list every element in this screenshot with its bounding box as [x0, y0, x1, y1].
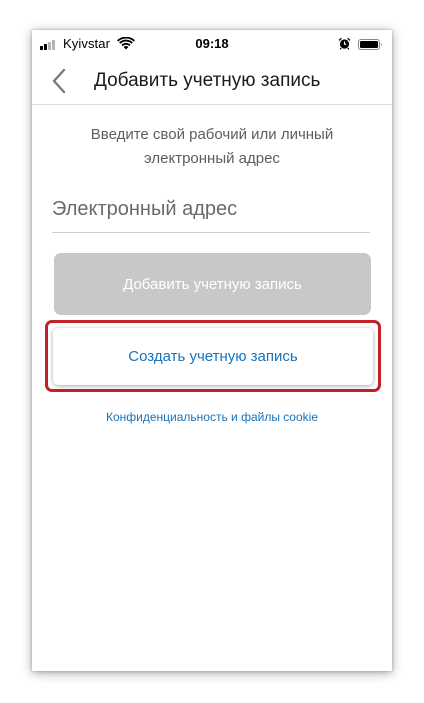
instruction-text: Введите свой рабочий или личный электрон…: [90, 126, 334, 167]
create-account-button[interactable]: Создать учетную запись: [53, 328, 373, 385]
chevron-left-icon[interactable]: [49, 67, 71, 95]
screenshot-canvas: Kyivstar 09:18 Добавить учетную запись В…: [0, 0, 424, 703]
alarm-icon: [338, 37, 351, 50]
phone-screen: Kyivstar 09:18 Добавить учетную запись В…: [32, 30, 392, 671]
battery-icon: [358, 39, 382, 50]
email-field[interactable]: [52, 186, 370, 233]
status-bar: Kyivstar 09:18: [32, 30, 392, 58]
navigation-bar: Добавить учетную запись: [32, 58, 392, 105]
privacy-cookies-link[interactable]: Конфиденциальность и файлы cookie: [32, 410, 392, 424]
add-account-button[interactable]: Добавить учетную запись: [54, 253, 371, 315]
page-title: Добавить учетную запись: [94, 70, 321, 91]
